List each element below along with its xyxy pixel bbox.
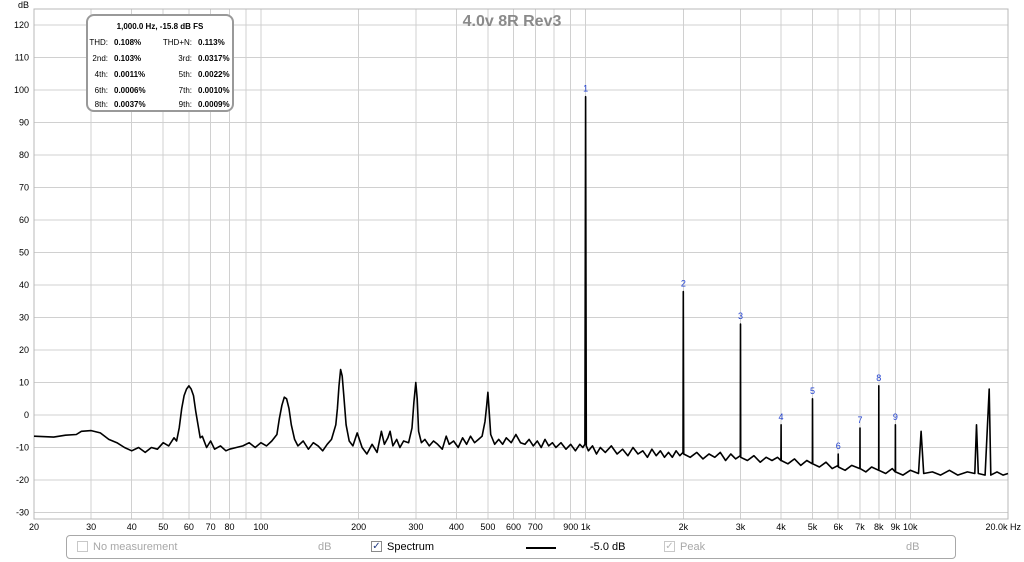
y-tick-label: 20 — [19, 345, 29, 355]
distortion-info-box: 1,000.0 Hz, -15.8 dB FS THD: 0.108% THD+… — [86, 14, 234, 112]
x-tick-label: 20 — [29, 522, 39, 532]
x-tick-label: 70 — [206, 522, 216, 532]
y-tick-label: -20 — [16, 475, 29, 485]
no-measurement-unit: dB — [318, 541, 332, 553]
x-tick-label: 60 — [184, 522, 194, 532]
info-value: 0.0037% — [114, 100, 146, 109]
harmonic-marker-5: 5 — [810, 386, 815, 396]
harmonic-marker-9: 9 — [893, 412, 898, 422]
info-label: 6th: — [94, 86, 108, 95]
no-measurement-checkbox[interactable] — [77, 541, 88, 552]
x-tick-label: 10k — [903, 522, 918, 532]
y-tick-labels: 1201101009080706050403020100-10-20-30 — [14, 20, 29, 517]
x-tick-label: 3k — [736, 522, 746, 532]
harmonic-marker-8: 8 — [876, 373, 881, 383]
x-tick-label: 300 — [408, 522, 423, 532]
y-tick-label: -10 — [16, 443, 29, 453]
x-tick-label: 600 — [506, 522, 521, 532]
spectrum-label: Spectrum — [387, 541, 435, 553]
info-value: 0.0006% — [114, 86, 146, 95]
x-tick-label: 8k — [874, 522, 884, 532]
info-value: 0.0009% — [198, 100, 230, 109]
x-tick-label: 4k — [776, 522, 786, 532]
peak-checkbox[interactable]: ✓ — [664, 541, 675, 552]
y-tick-label: 110 — [15, 53, 29, 63]
info-value: 0.113% — [198, 38, 225, 47]
info-label: 4th: — [94, 70, 108, 79]
y-tick-label: 10 — [19, 378, 29, 388]
x-tick-label: 9k — [891, 522, 901, 532]
y-tick-label: 60 — [19, 215, 29, 225]
x-tick-label: 5k — [808, 522, 818, 532]
y-tick-label: 70 — [19, 183, 29, 193]
peak-unit: dB — [906, 541, 920, 553]
info-header: 1,000.0 Hz, -15.8 dB FS — [116, 22, 204, 31]
info-row: 8th: 0.0037% 9th: 0.0009% — [88, 100, 232, 112]
info-label: 2nd: — [92, 54, 108, 63]
x-tick-label: 100 — [253, 522, 268, 532]
harmonic-marker-3: 3 — [738, 311, 743, 321]
x-tick-label: 6k — [833, 522, 843, 532]
info-value: 0.108% — [114, 38, 142, 47]
x-tick-label: 30 — [86, 522, 96, 532]
info-value: 0.103% — [114, 54, 142, 63]
harmonic-marker-1: 1 — [583, 84, 588, 94]
no-measurement-label: No measurement — [93, 541, 178, 553]
x-tick-label: 900 — [563, 522, 578, 532]
info-label: 9th: — [178, 100, 192, 109]
y-axis-label: dB — [18, 0, 29, 10]
harmonic-marker-6: 6 — [836, 441, 841, 451]
info-value: 0.0010% — [198, 86, 230, 95]
info-label: THD: — [89, 38, 108, 47]
spectrum-checkbox[interactable]: ✓ — [371, 541, 382, 552]
info-row: 4th: 0.0011% 5th: 0.0022% — [88, 70, 232, 82]
info-label: 5th: — [178, 70, 192, 79]
y-tick-label: 0 — [24, 410, 29, 420]
info-label: 8th: — [94, 100, 108, 109]
harmonic-marker-7: 7 — [857, 415, 862, 425]
spectrum-line-swatch — [526, 547, 556, 549]
y-tick-label: 50 — [19, 248, 29, 258]
x-tick-label: 500 — [480, 522, 495, 532]
peak-label: Peak — [680, 541, 706, 553]
legend-bar: No measurement dB ✓ Spectrum -5.0 dB ✓ P… — [66, 535, 956, 559]
info-label: THD+N: — [162, 38, 192, 47]
info-value: 0.0011% — [114, 70, 146, 79]
y-tick-label: 100 — [14, 85, 29, 95]
y-tick-label: 120 — [14, 20, 29, 30]
info-row: THD: 0.108% THD+N: 0.113% — [88, 38, 232, 50]
x-tick-label: 7k — [855, 522, 865, 532]
x-tick-label: 50 — [158, 522, 168, 532]
spectrum-value: -5.0 dB — [590, 541, 626, 553]
info-label: 3rd: — [178, 54, 192, 63]
chart-title: 4.0v 8R Rev3 — [463, 13, 562, 30]
x-tick-label: 80 — [224, 522, 234, 532]
x-tick-label: 2k — [679, 522, 689, 532]
y-tick-label: 40 — [19, 280, 29, 290]
info-row: 2nd: 0.103% 3rd: 0.0317% — [88, 54, 232, 66]
x-tick-label: 40 — [127, 522, 137, 532]
x-tick-label: 1k — [581, 522, 591, 532]
y-tick-label: 30 — [19, 313, 29, 323]
x-tick-labels: 20 30 40 50 60 70 80 100 200 300 400 500 600 700 900 1k… — [29, 522, 1021, 532]
y-tick-label: -30 — [16, 508, 29, 518]
info-value: 0.0317% — [198, 54, 230, 63]
x-tick-label: 400 — [449, 522, 464, 532]
x-tick-label: 20.0k Hz — [985, 522, 1021, 532]
info-row: 6th: 0.0006% 7th: 0.0010% — [88, 86, 232, 98]
info-value: 0.0022% — [198, 70, 230, 79]
y-tick-label: 80 — [19, 150, 29, 160]
info-label: 7th: — [178, 86, 192, 95]
x-tick-label: 700 — [528, 522, 543, 532]
harmonic-marker-4: 4 — [779, 412, 784, 422]
x-tick-label: 200 — [351, 522, 366, 532]
y-tick-label: 90 — [19, 118, 29, 128]
harmonic-marker-2: 2 — [681, 279, 686, 289]
